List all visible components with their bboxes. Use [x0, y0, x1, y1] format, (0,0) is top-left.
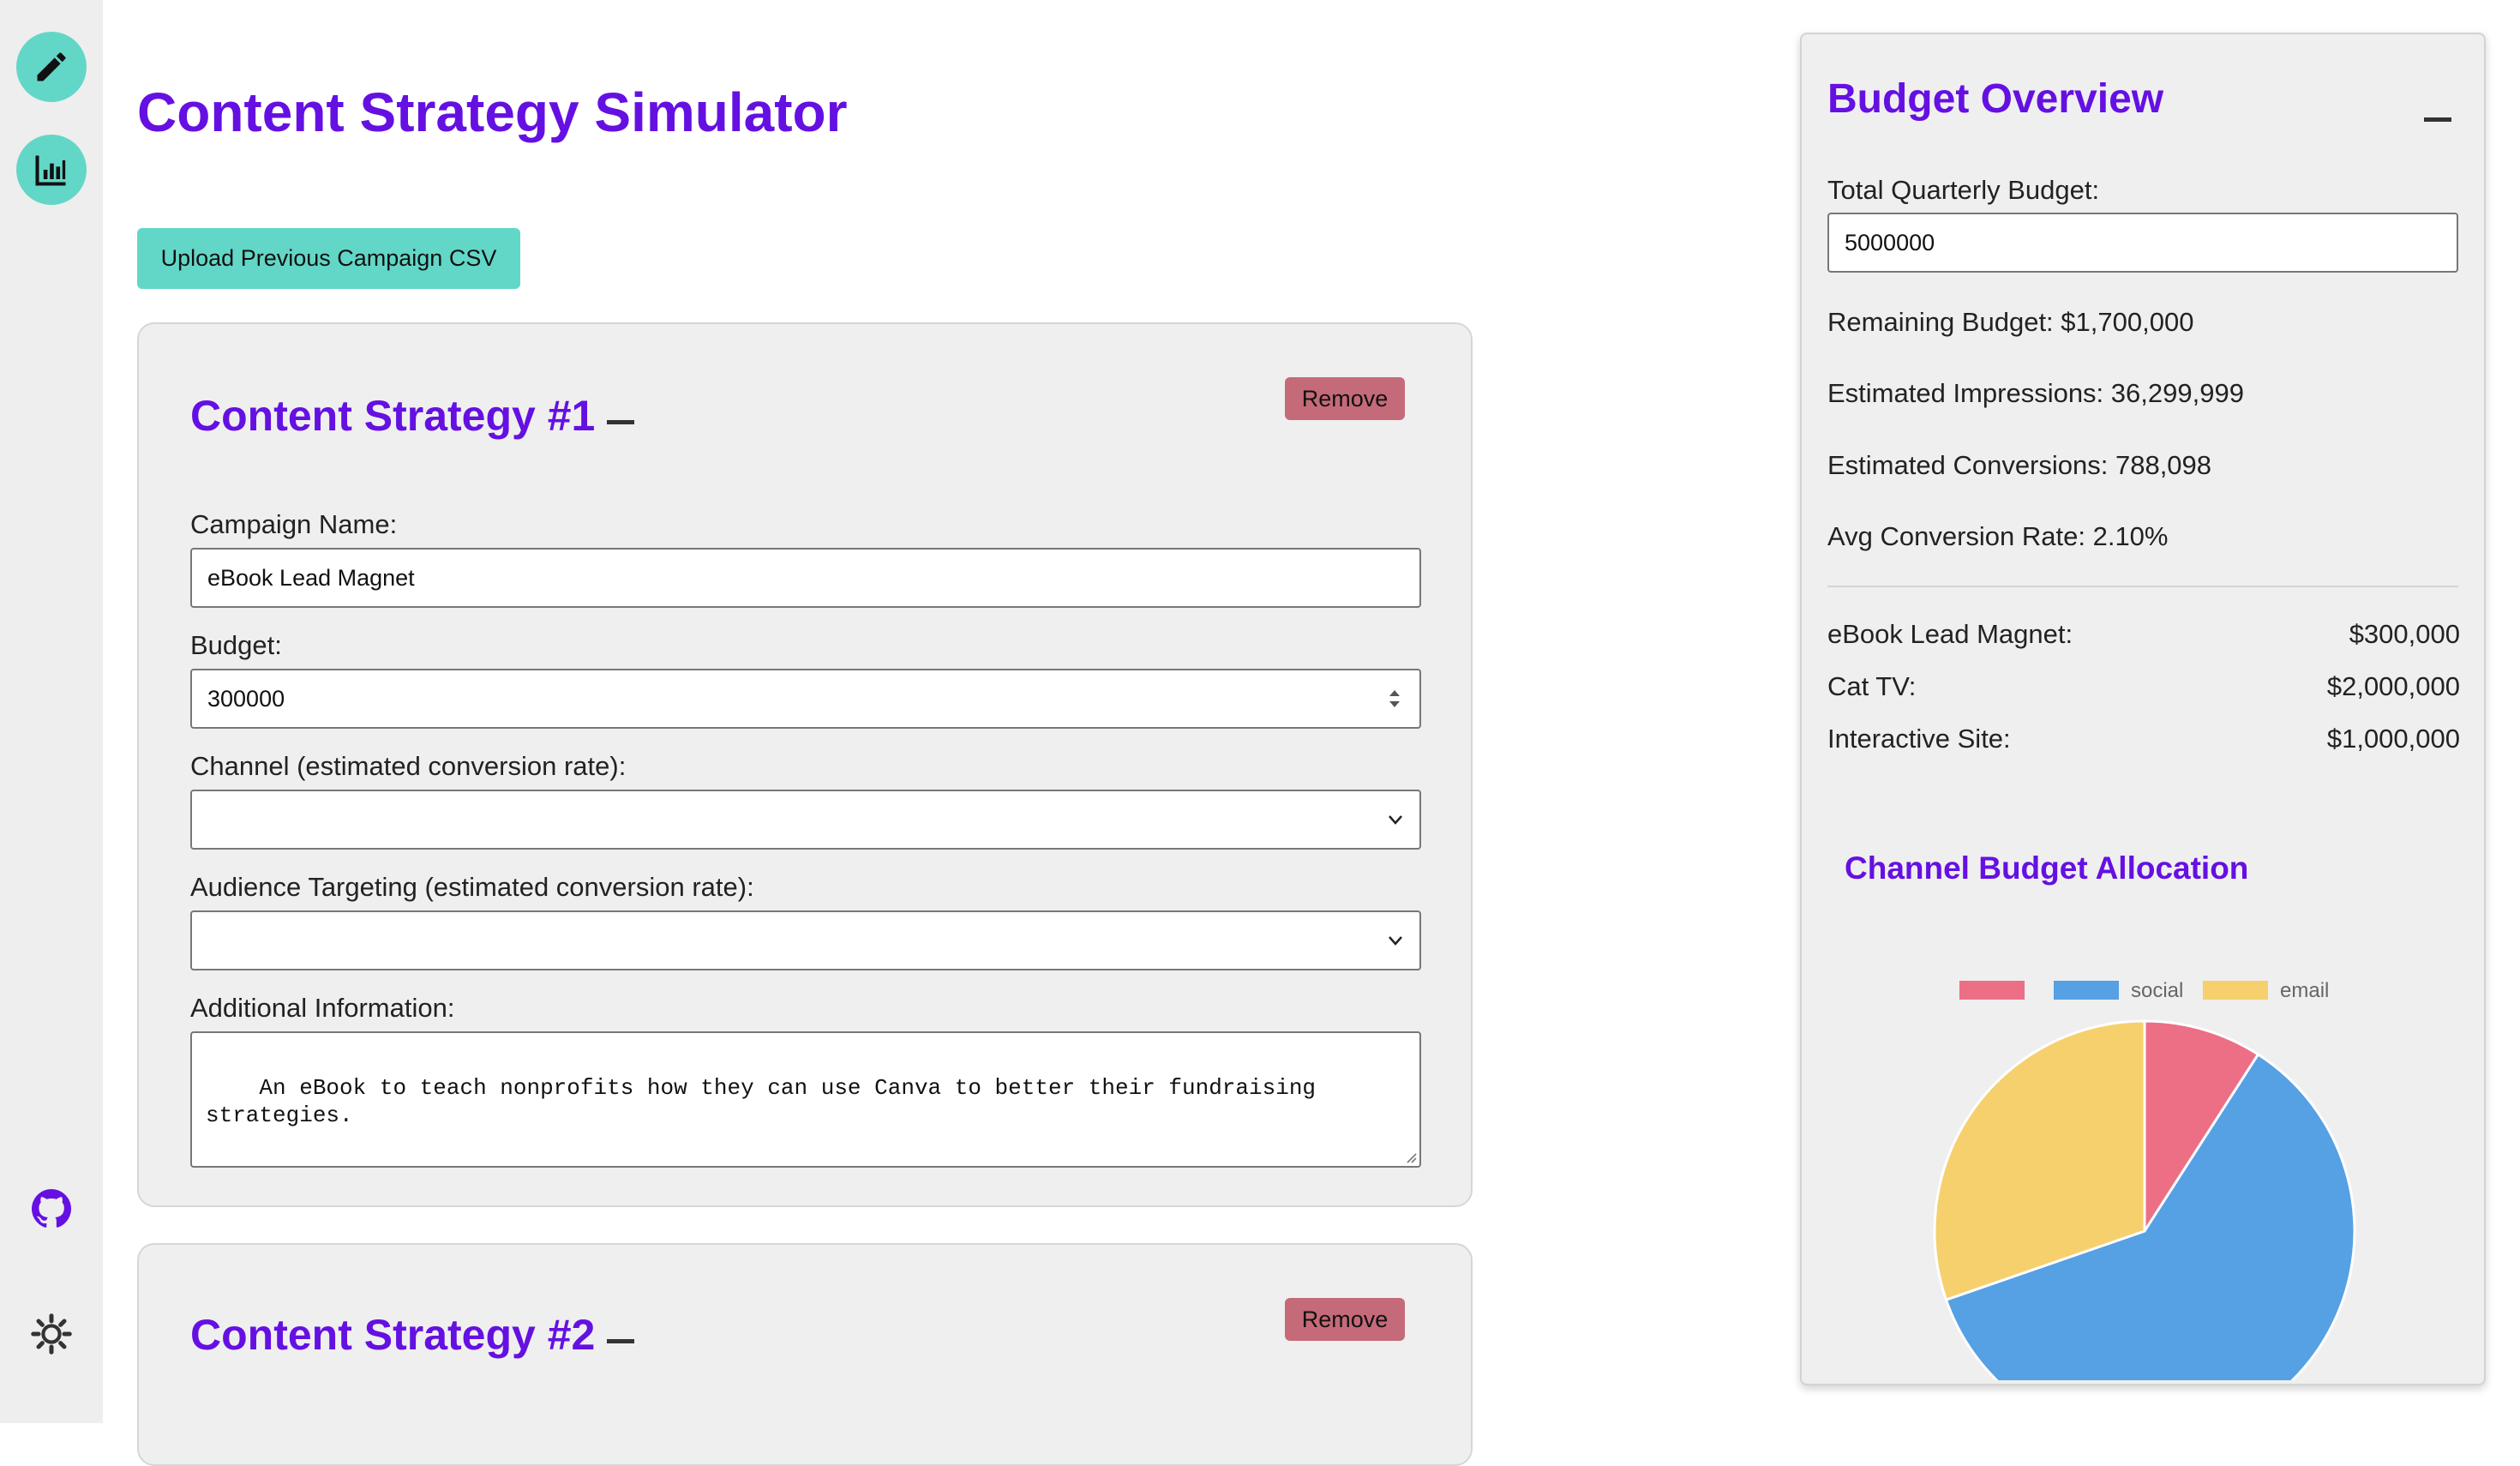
allocation-name: Interactive Site: — [1827, 724, 2011, 754]
strategy-title: Content Strategy #2 — [190, 1311, 596, 1359]
collapse-icon[interactable] — [2424, 117, 2451, 122]
spinner-icon[interactable] — [1385, 686, 1404, 712]
pie-chart: social email — [1933, 979, 2356, 1380]
chevron-down-icon — [1389, 936, 1402, 946]
budget-label: Budget: — [190, 630, 282, 660]
audience-select[interactable] — [190, 910, 1421, 970]
legend-swatch[interactable] — [2203, 981, 2268, 1000]
edit-nav-button[interactable] — [16, 32, 87, 102]
budget-overview-panel: Budget Overview Total Quarterly Budget: … — [1800, 33, 2486, 1385]
sun-icon — [31, 1313, 72, 1355]
page-title: Content Strategy Simulator — [137, 81, 848, 143]
campaign-name-input[interactable]: eBook Lead Magnet — [190, 548, 1421, 608]
allocation-name: Cat TV: — [1827, 671, 1917, 701]
strategy-card: Content Strategy #2 Remove — [137, 1243, 1473, 1466]
collapse-icon[interactable] — [607, 1339, 634, 1343]
bar-chart-icon — [35, 155, 66, 186]
theme-toggle[interactable] — [26, 1308, 77, 1360]
estimated-impressions: Estimated Impressions: 36,299,999 — [1827, 378, 2244, 408]
allocation-amount: $300,000 — [2349, 619, 2460, 649]
remove-button[interactable]: Remove — [1285, 377, 1405, 420]
upload-csv-button[interactable]: Upload Previous Campaign CSV — [137, 228, 520, 289]
github-link[interactable] — [26, 1183, 77, 1235]
github-icon — [31, 1189, 72, 1228]
pencil-icon — [37, 52, 66, 81]
legend-label: email — [2280, 979, 2329, 1002]
budget-value: 300000 — [207, 685, 285, 712]
allocation-amount: $1,000,000 — [2326, 724, 2460, 754]
sidebar — [0, 0, 103, 1423]
budget-input[interactable]: 300000 — [190, 669, 1421, 729]
divider — [1827, 586, 2458, 587]
remove-button[interactable]: Remove — [1285, 1298, 1405, 1341]
legend-swatch[interactable] — [2054, 981, 2119, 1000]
legend-swatch[interactable] — [1959, 981, 2025, 1000]
panel-title: Budget Overview — [1827, 76, 2164, 122]
campaign-name-label: Campaign Name: — [190, 509, 398, 539]
audience-label: Audience Targeting (estimated conversion… — [190, 872, 754, 902]
collapse-icon[interactable] — [607, 420, 634, 424]
channel-label: Channel (estimated conversion rate): — [190, 751, 627, 781]
analytics-nav-button[interactable] — [16, 135, 87, 205]
total-budget-input[interactable]: 5000000 — [1827, 213, 2458, 273]
allocation-name: eBook Lead Magnet: — [1827, 619, 2073, 649]
resize-handle-icon[interactable] — [1403, 1150, 1417, 1163]
chevron-down-icon — [1389, 815, 1402, 825]
avg-conversion-rate: Avg Conversion Rate: 2.10% — [1827, 521, 2169, 551]
strategy-card: Content Strategy #1 Remove Campaign Name… — [137, 322, 1473, 1207]
channel-select[interactable] — [190, 790, 1421, 850]
additional-info-text: An eBook to teach nonprofits how they ca… — [206, 1075, 1317, 1128]
additional-info-label: Additional Information: — [190, 993, 455, 1023]
total-budget-label: Total Quarterly Budget: — [1827, 175, 2100, 205]
legend-label: social — [2131, 979, 2183, 1002]
estimated-conversions: Estimated Conversions: 788,098 — [1827, 450, 2212, 480]
allocation-amount: $2,000,000 — [2326, 671, 2460, 701]
strategy-title: Content Strategy #1 — [190, 392, 596, 440]
additional-info-textarea[interactable]: An eBook to teach nonprofits how they ca… — [190, 1031, 1421, 1168]
remaining-budget: Remaining Budget: $1,700,000 — [1827, 307, 2194, 337]
chart-title: Channel Budget Allocation — [1845, 850, 2249, 886]
